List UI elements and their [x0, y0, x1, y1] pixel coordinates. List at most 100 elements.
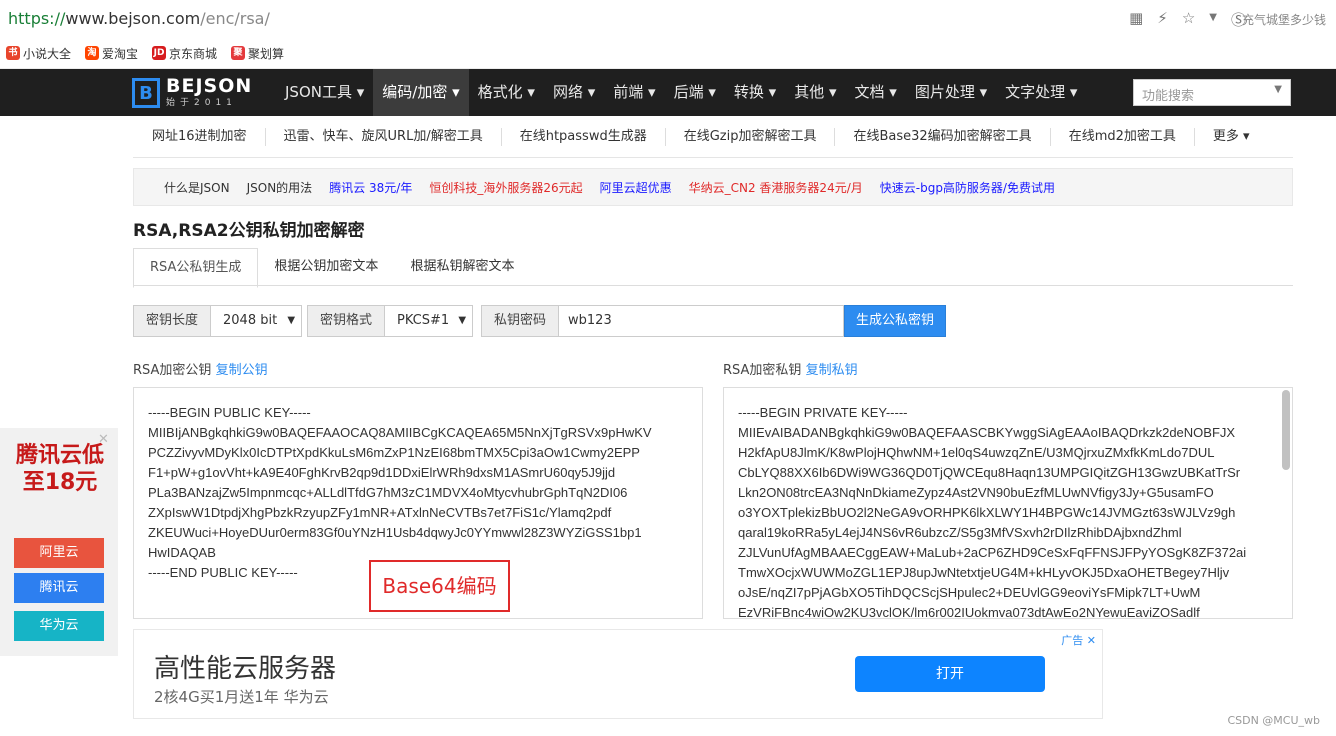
ad-open-button[interactable]: 打开: [855, 656, 1045, 692]
promo-link[interactable]: JSON的用法: [247, 179, 313, 196]
divider: [133, 157, 1293, 158]
key-line: EzVRiFBnc4wiOw2KU3vclOK/lm6r002IUokmva07…: [738, 605, 1200, 619]
floating-side-ad: ✕ 腾讯云低至18元 阿里云 腾讯云 华为云: [0, 428, 118, 656]
key-line: -----BEGIN PUBLIC KEY-----: [148, 405, 311, 420]
promo-links-bar: 什么是JSON JSON的用法 腾讯云 38元/年 恒创科技_海外服务器26元起 阿里云…: [133, 168, 1293, 206]
generate-keys-button[interactable]: 生成公私密钥: [844, 305, 947, 337]
search-suggestion-text[interactable]: 充气城堡多少钱: [1242, 11, 1326, 28]
bookmark-item[interactable]: 书小说大全: [6, 45, 71, 62]
bookmark-label: 爱淘宝: [102, 46, 139, 61]
subnav-link[interactable]: 在线md2加密工具: [1051, 128, 1195, 146]
page-title: RSA,RSA2公钥私钥加密解密: [133, 221, 365, 241]
copy-private-key-link[interactable]: 复制私钥: [806, 363, 858, 378]
key-line: H2kfApU8JlmK/K8wPlojHQhwNM+1el0qS4uwzqZn…: [738, 445, 1215, 460]
private-key-textarea[interactable]: -----BEGIN PRIVATE KEY----- MIIEvAIBADANB…: [723, 387, 1293, 619]
key-format-value: PKCS#1: [397, 313, 450, 328]
menu-item[interactable]: 前端 ▾: [604, 69, 664, 116]
sub-navigation: 网址16进制加密 迅雷、快车、旋风URL加/解密工具 在线htpasswd生成器 在线…: [152, 128, 1268, 146]
public-key-label: RSA加密公钥: [133, 363, 212, 378]
key-length-label: 密钥长度: [133, 305, 212, 337]
key-length-value: 2048 bit: [223, 313, 278, 328]
tool-tab[interactable]: 根据公钥加密文本: [258, 248, 394, 286]
address-bar[interactable]: https://www.bejson.com/enc/rsa/ ▦ ⚡ ☆ ▼ …: [0, 0, 1336, 39]
subnav-link[interactable]: 迅雷、快车、旋风URL加/解密工具: [266, 128, 502, 146]
menu-item[interactable]: 格式化 ▾: [469, 69, 544, 116]
key-line: CbLYQ88XX6Ib6DWi9WG36QD0TjQWCEqu8Haqn13U…: [738, 465, 1241, 480]
float-ad-button-aliyun[interactable]: 阿里云: [14, 538, 104, 568]
menu-item[interactable]: 其他 ▾: [785, 69, 845, 116]
key-line: o3YOXTplekizBbUO2l2NeGA9vORHPK6lkXLWY1H4…: [738, 505, 1236, 520]
promo-link[interactable]: 腾讯云 38元/年: [329, 179, 412, 196]
key-line: TmwXOcjxWUWMoZGL1EPJ8upJwNtetxtjeUG4M+kH…: [738, 565, 1230, 580]
menu-item[interactable]: 编码/加密 ▾: [373, 69, 469, 116]
subnav-link[interactable]: 在线htpasswd生成器: [502, 128, 666, 146]
star-icon[interactable]: ☆: [1182, 9, 1195, 30]
qr-code-icon[interactable]: ▦: [1129, 9, 1143, 30]
bookmark-icon: 书: [6, 46, 20, 60]
key-length-select[interactable]: 2048 bit ▼: [211, 305, 303, 337]
promo-link[interactable]: 快速云-bgp高防服务器/免费试用: [880, 179, 1055, 196]
menu-item[interactable]: 文字处理 ▾: [996, 69, 1086, 116]
promo-link[interactable]: 华纳云_CN2 香港服务器24元/月: [689, 179, 863, 196]
promo-link[interactable]: 什么是JSON: [164, 179, 230, 196]
menu-item[interactable]: 后端 ▾: [665, 69, 725, 116]
private-key-scrollbar[interactable]: [1282, 390, 1290, 470]
private-key-label: RSA加密私钥: [723, 363, 802, 378]
private-key-label-row: RSA加密私钥 复制私钥: [723, 359, 858, 378]
key-line: ZXpIswW1DtpdjXhgPbzkRzyupZFy1mNR+ATxlnNe…: [148, 505, 612, 520]
logo-icon: B: [132, 77, 160, 108]
caret-down-icon: ▼: [287, 315, 296, 326]
key-line: -----BEGIN PRIVATE KEY-----: [738, 405, 908, 420]
key-line: qaral19koRRa5yL4ejJ4NS6vR6ubzcZ/S5g3MfVS…: [738, 525, 1182, 540]
key-line: ZKEUWuci+HoyeDUur0erm83Gf0uYNzH1Usb4dqwy…: [148, 525, 642, 540]
tool-tab[interactable]: 根据私钥解密文本: [394, 248, 530, 286]
key-format-select[interactable]: PKCS#1 ▼: [385, 305, 474, 337]
bookmark-item[interactable]: 淘爱淘宝: [85, 45, 138, 62]
subnav-link[interactable]: 网址16进制加密: [152, 128, 266, 146]
feature-search-select[interactable]: 功能搜索 ▼: [1133, 79, 1291, 106]
menu-item[interactable]: 图片处理 ▾: [906, 69, 996, 116]
menu-item[interactable]: 文档 ▾: [846, 69, 906, 116]
ad-close-tag[interactable]: 广告 ✕: [1061, 632, 1096, 648]
tool-tabs: RSA公私钥生成 根据公钥加密文本 根据私钥解密文本: [133, 248, 530, 288]
promo-link[interactable]: 阿里云超优惠: [600, 179, 672, 196]
menu-item[interactable]: JSON工具 ▾: [276, 69, 373, 116]
password-label: 私钥密码: [481, 305, 560, 337]
bookmark-icon: 淘: [85, 46, 100, 60]
search-placeholder: 功能搜索: [1142, 89, 1195, 104]
key-line: PLa3BANzajZw5Impnmcqc+ALLdlTfdG7hM3zC1MD…: [148, 485, 628, 500]
bookmark-label: 聚划算: [248, 46, 285, 61]
subnav-link[interactable]: 更多 ▾: [1195, 128, 1268, 146]
bookmark-icon: 聚: [231, 46, 246, 60]
menu-item[interactable]: 转换 ▾: [725, 69, 785, 116]
promo-link[interactable]: 恒创科技_海外服务器26元起: [429, 179, 582, 196]
menu-item[interactable]: 网络 ▾: [544, 69, 604, 116]
copy-public-key-link[interactable]: 复制公钥: [216, 363, 268, 378]
password-group: 私钥密码 wb123 生成公私密钥: [481, 305, 947, 337]
float-ad-button-huawei[interactable]: 华为云: [14, 611, 104, 641]
key-format-group: 密钥格式 PKCS#1 ▼: [307, 305, 474, 337]
url-text[interactable]: https://www.bejson.com/enc/rsa/: [8, 9, 270, 28]
bookmark-item[interactable]: 聚聚划算: [231, 45, 284, 62]
lightning-icon[interactable]: ⚡: [1157, 9, 1168, 30]
bookmark-item[interactable]: JD 京东商城: [152, 45, 217, 62]
site-logo[interactable]: B BEJSON 始于2011: [132, 77, 252, 108]
ad-title: 高性能云服务器: [154, 654, 337, 684]
key-line: ZJLVunUfAgMBAAECggEAW+MaLub+2aCP6ZHD9CeS…: [738, 545, 1247, 560]
tool-tab[interactable]: RSA公私钥生成: [133, 248, 259, 288]
tabs-divider: [133, 285, 1293, 286]
bookmark-label: 京东商城: [169, 46, 218, 61]
bookmark-icon: JD: [152, 46, 167, 60]
watermark: CSDN @MCU_wb: [1227, 714, 1320, 727]
float-ad-title: 腾讯云低至18元: [15, 443, 104, 495]
private-key-password-input[interactable]: wb123: [559, 305, 845, 337]
browser-toolbar-icons: ▦ ⚡ ☆ ▼ Ⓢ: [1129, 9, 1246, 30]
chevron-down-icon[interactable]: ▼: [1209, 9, 1217, 30]
key-length-group: 密钥长度 2048 bit ▼: [133, 305, 303, 337]
key-line: F1+pW+g1ovVht+kA9E40FghKrvB2qp9d1DDxiElr…: [148, 465, 616, 480]
subnav-link[interactable]: 在线Gzip加密解密工具: [666, 128, 836, 146]
bottom-ad-banner[interactable]: 广告 ✕ 高性能云服务器 2核4G买1月送1年 华为云 打开: [133, 629, 1103, 719]
ad-subtitle: 2核4G买1月送1年 华为云: [154, 688, 329, 706]
float-ad-button-tencent[interactable]: 腾讯云: [14, 573, 104, 603]
subnav-link[interactable]: 在线Base32编码加密解密工具: [835, 128, 1051, 146]
